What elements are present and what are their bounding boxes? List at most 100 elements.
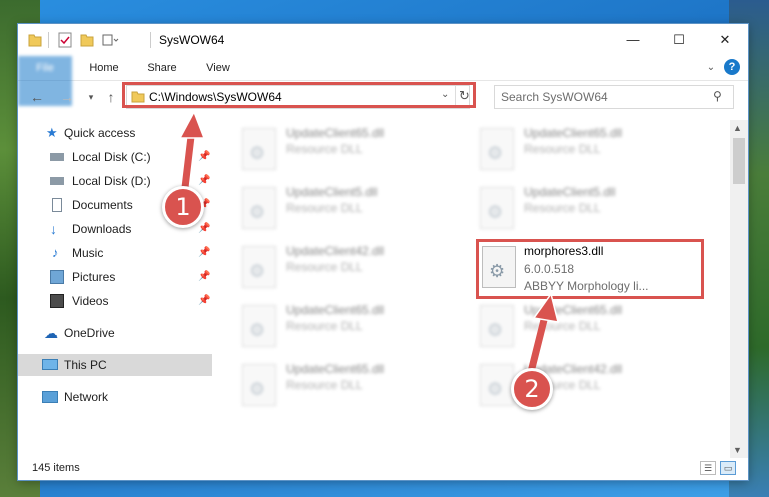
file-item[interactable]: ⚙ UpdateClient42.dll Resource DLL xyxy=(238,242,464,292)
pictures-icon xyxy=(50,270,64,284)
nav-local-disk-c[interactable]: Local Disk (C:) 📌 xyxy=(18,146,212,168)
film-icon xyxy=(50,294,64,308)
file-name: UpdateClient65.dll xyxy=(524,303,623,317)
pin-icon[interactable]: 📌 xyxy=(198,170,210,192)
scroll-up-icon[interactable]: ▲ xyxy=(733,123,742,133)
back-button[interactable]: ← xyxy=(28,88,46,106)
maximize-button[interactable]: ☐ xyxy=(656,24,702,56)
network-icon xyxy=(42,391,58,403)
nav-label: Local Disk (D:) xyxy=(72,174,151,188)
nav-label: Local Disk (C:) xyxy=(72,150,151,164)
dll-file-icon: ⚙ xyxy=(480,187,514,229)
dll-file-icon: ⚙ xyxy=(480,364,514,406)
folder-icon xyxy=(28,34,42,47)
nav-label: Pictures xyxy=(72,270,116,284)
item-count: 145 items xyxy=(32,462,80,474)
nav-quick-access[interactable]: ★ Quick access xyxy=(18,122,212,144)
file-name: UpdateClient42.dll xyxy=(286,244,385,258)
file-item[interactable]: ⚙ UpdateClient65.dll Resource DLL xyxy=(476,124,702,174)
search-input[interactable]: Search SysWOW64 ⚲ xyxy=(494,85,734,109)
nav-network[interactable]: Network xyxy=(18,386,212,408)
nav-label: Videos xyxy=(72,294,109,308)
pin-icon[interactable]: 📌 xyxy=(198,266,210,288)
file-type: Resource DLL xyxy=(286,260,363,274)
nav-label: Documents xyxy=(72,198,133,212)
details-view-icon[interactable]: ☰ xyxy=(700,461,716,475)
file-item[interactable]: ⚙ UpdateClient42.dll Resource DLL xyxy=(476,360,702,410)
nav-label: Music xyxy=(72,246,104,260)
pin-icon[interactable]: 📌 xyxy=(198,146,210,168)
file-item[interactable]: ⚙ UpdateClient65.dll Resource DLL xyxy=(238,124,464,174)
title-bar: SysWOW64 — ☐ ✕ xyxy=(18,24,748,56)
document-icon xyxy=(52,198,62,212)
navigation-pane: ★ Quick access Local Disk (C:) 📌 Local D… xyxy=(18,120,214,460)
nav-this-pc[interactable]: This PC xyxy=(18,354,212,376)
file-item[interactable]: ⚙ UpdateClient5.dll Resource DLL xyxy=(238,183,464,233)
pin-icon[interactable]: 📌 xyxy=(198,242,210,264)
address-row: ← → ▾ ↑ C:\Windows\SysWOW64 ⌄ ↻ Search S… xyxy=(18,81,748,113)
file-type: Resource DLL xyxy=(524,319,601,333)
dll-file-icon: ⚙ xyxy=(242,305,276,347)
dll-file-icon: ⚙ xyxy=(242,364,276,406)
help-icon[interactable]: ? xyxy=(724,59,740,75)
window-title: SysWOW64 xyxy=(159,33,225,47)
close-button[interactable]: ✕ xyxy=(702,24,748,56)
nav-music[interactable]: ♪ Music 📌 xyxy=(18,242,212,264)
file-name: UpdateClient65.dll xyxy=(286,126,385,140)
forward-button[interactable]: → xyxy=(58,88,76,106)
nav-videos[interactable]: Videos 📌 xyxy=(18,290,212,312)
scrollbar-thumb[interactable] xyxy=(733,138,745,184)
dll-file-icon: ⚙ xyxy=(480,305,514,347)
dll-file-icon: ⚙ xyxy=(242,246,276,288)
status-bar: 145 items ☰ ▭ xyxy=(18,458,748,480)
file-name: UpdateClient5.dll xyxy=(524,185,616,199)
dll-file-icon: ⚙ xyxy=(480,128,514,170)
computer-icon xyxy=(42,359,58,370)
pin-icon[interactable]: 📌 xyxy=(198,218,210,240)
pin-icon[interactable]: 📌 xyxy=(198,290,210,312)
nav-label: Downloads xyxy=(72,222,132,236)
file-item[interactable]: ⚙ UpdateClient65.dll Resource DLL xyxy=(238,360,464,410)
nav-onedrive[interactable]: ☁ OneDrive xyxy=(18,322,212,344)
properties-icon[interactable] xyxy=(58,32,72,48)
file-name: UpdateClient65.dll xyxy=(286,303,385,317)
file-item[interactable]: ⚙ UpdateClient5.dll Resource DLL xyxy=(476,183,702,233)
customize-toolbar-icon[interactable] xyxy=(102,32,120,48)
explorer-window: SysWOW64 — ☐ ✕ File Home Share View ⌄ ? … xyxy=(18,24,748,480)
up-button[interactable]: ↑ xyxy=(102,88,120,106)
expand-ribbon-icon[interactable]: ⌄ xyxy=(702,56,720,80)
cloud-icon: ☁ xyxy=(44,325,58,341)
file-highlight-box xyxy=(476,239,704,299)
file-type: Resource DLL xyxy=(524,201,601,215)
tab-view[interactable]: View xyxy=(194,56,242,80)
star-icon: ★ xyxy=(46,125,58,140)
file-type: Resource DLL xyxy=(286,142,363,156)
nav-label: This PC xyxy=(64,358,107,372)
new-folder-icon[interactable] xyxy=(80,32,94,48)
file-item[interactable]: ⚙ UpdateClient65.dll Resource DLL xyxy=(476,301,702,351)
file-type: Resource DLL xyxy=(286,319,363,333)
minimize-button[interactable]: — xyxy=(610,24,656,56)
file-list: ⚙ UpdateClient65.dll Resource DLL ⚙ Upda… xyxy=(222,120,730,458)
file-name: UpdateClient5.dll xyxy=(286,185,378,199)
drive-icon xyxy=(50,177,64,185)
tab-home[interactable]: Home xyxy=(78,56,130,80)
file-name: UpdateClient65.dll xyxy=(524,126,623,140)
file-type: Resource DLL xyxy=(286,378,363,392)
file-type: Resource DLL xyxy=(286,201,363,215)
dll-file-icon: ⚙ xyxy=(242,128,276,170)
step-badge-2: 2 xyxy=(511,368,553,410)
scroll-down-icon[interactable]: ▼ xyxy=(733,445,742,455)
music-note-icon: ♪ xyxy=(52,245,59,260)
ribbon-tabs: File Home Share View ⌄ ? xyxy=(18,56,748,106)
vertical-scrollbar[interactable]: ▲ ▼ xyxy=(730,120,748,458)
search-placeholder: Search SysWOW64 xyxy=(501,90,608,104)
nav-pictures[interactable]: Pictures 📌 xyxy=(18,266,212,288)
tab-share[interactable]: Share xyxy=(136,56,188,80)
file-item[interactable]: ⚙ UpdateClient65.dll Resource DLL xyxy=(238,301,464,351)
nav-label: OneDrive xyxy=(64,326,115,340)
file-name: UpdateClient65.dll xyxy=(286,362,385,376)
large-icons-view-icon[interactable]: ▭ xyxy=(720,461,736,475)
recent-locations-icon[interactable]: ▾ xyxy=(82,88,100,106)
search-icon[interactable]: ⚲ xyxy=(713,89,722,103)
